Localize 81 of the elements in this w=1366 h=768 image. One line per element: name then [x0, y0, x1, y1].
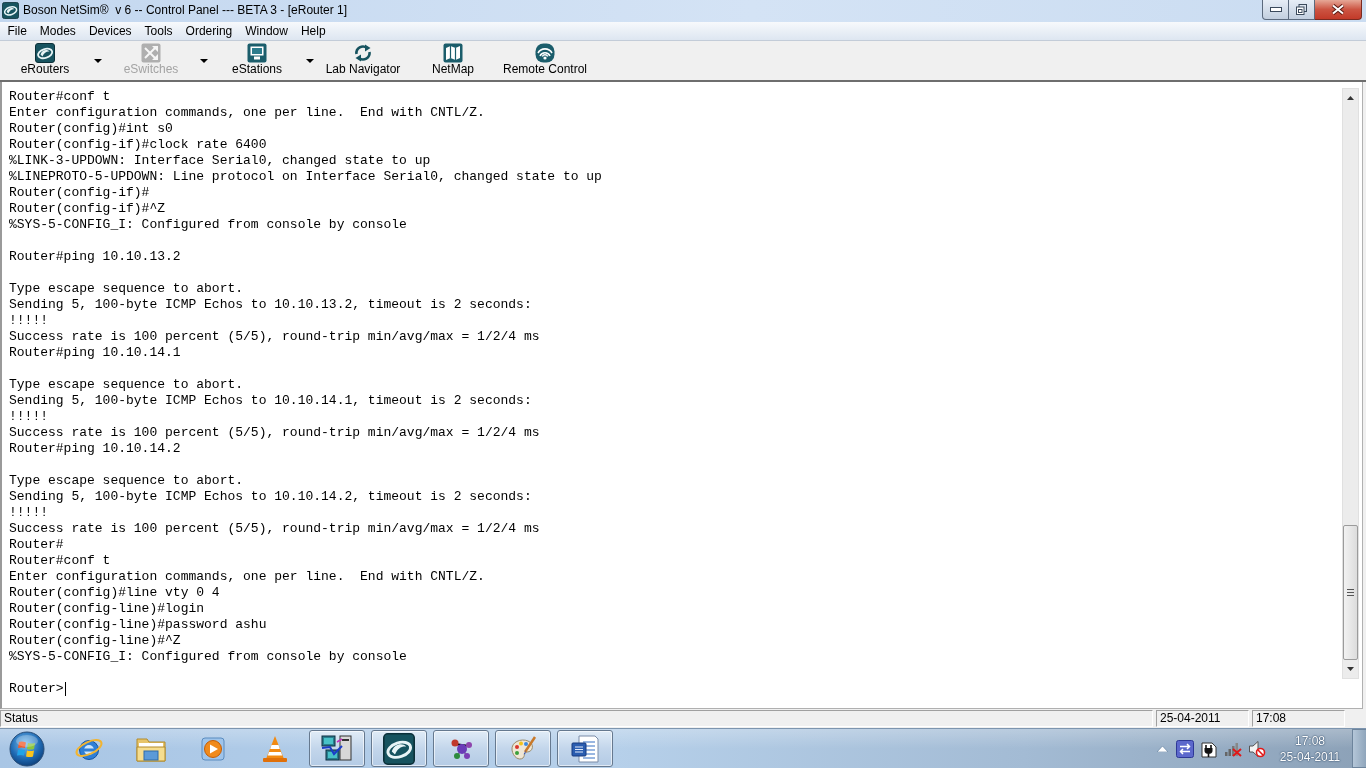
terminal-line: Enter configuration commands, one per line. End with CNTL/Z. [9, 569, 485, 585]
sync-arrows-icon[interactable] [1176, 739, 1194, 758]
close-button[interactable] [1315, 0, 1362, 20]
monitor-icon [247, 43, 267, 63]
terminal-line: Type escape sequence to abort. [9, 473, 244, 489]
terminal-line: Router(config-line)#login [9, 601, 205, 617]
taskbar-button[interactable] [371, 730, 427, 767]
terminal-line: Router#conf t [9, 553, 111, 569]
terminal-line: Enter configuration commands, one per line. End with CNTL/Z. [9, 105, 485, 121]
menu-item[interactable]: File [1, 23, 34, 39]
menu-item[interactable]: Ordering [179, 23, 239, 39]
close-icon [1331, 4, 1345, 15]
status-pane: 17:08 [1252, 710, 1345, 727]
terminal-line: Router#ping 10.10.14.1 [9, 345, 181, 361]
terminal-line: Router#ping 10.10.13.2 [9, 249, 181, 265]
menu-item[interactable]: Tools [138, 23, 180, 39]
window-title: Boson NetSim® v 6 -- Control Panel --- BETA 3 - [eRouter 1] [23, 2, 348, 19]
menu-item[interactable]: Modes [33, 23, 83, 39]
terminal-line: Router> [9, 681, 64, 697]
toolbar-button[interactable]: eStations [212, 41, 302, 80]
terminal-line: Success rate is 100 percent (5/5), round-trip min/avg/max = 1/2/4 ms [9, 425, 540, 441]
terminal-line: Router(config)#line vty 0 4 [9, 585, 220, 601]
loop-arrows-icon [353, 43, 373, 63]
minimize-button[interactable] [1262, 0, 1289, 20]
terminal-line: Router#conf t [9, 89, 111, 105]
network-diagram-icon [320, 733, 354, 764]
terminal-line: Sending 5, 100-byte ICMP Echos to 10.10.13.2, timeout is 2 seconds: [9, 297, 532, 313]
down-arrow-icon[interactable] [1347, 667, 1354, 671]
terminal-line: %LINK-3-UPDOWN: Interface Serial0, changed state to up [9, 153, 431, 169]
folded-map-icon [443, 43, 463, 63]
terminal-line: %LINEPROTO-5-UPDOWN: Line protocol on Interface Serial0, changed state to up [9, 169, 602, 185]
up-arrow-icon[interactable] [1347, 96, 1354, 100]
menu-item[interactable]: Devices [82, 23, 139, 39]
terminal-line: Router(config-line)#password ashu [9, 617, 267, 633]
terminal-line: Router(config-if)# [9, 185, 150, 201]
crossed-arrows-icon [141, 43, 161, 63]
toolbar-button[interactable]: Lab Navigator [318, 41, 408, 80]
menu-item[interactable]: Help [294, 23, 333, 39]
terminal-line: Success rate is 100 percent (5/5), round-trip min/avg/max = 1/2/4 ms [9, 329, 540, 345]
toolbar-button[interactable]: eRouters [0, 41, 90, 80]
terminal-panel[interactable] [0, 82, 1363, 709]
terminal-line: Router# [9, 537, 64, 553]
terminal-line: %SYS-5-CONFIG_I: Configured from console by console [9, 649, 407, 665]
signal-bars-icon[interactable] [1224, 740, 1242, 757]
scrollbar-thumb[interactable] [1343, 525, 1358, 660]
caret-down-icon[interactable] [94, 58, 102, 63]
terminal-line: Router(config-if)#clock rate 6400 [9, 137, 267, 153]
speaker-muted-icon[interactable] [1248, 739, 1266, 758]
document-icon [570, 733, 600, 764]
terminal-line: !!!!! [9, 313, 48, 329]
toolbar-button[interactable]: NetMap [408, 41, 498, 80]
status-pane: 25-04-2011 [1156, 710, 1249, 727]
scrollbar-track[interactable] [1342, 88, 1359, 679]
menu-item[interactable]: Window [238, 23, 295, 39]
start-orb-icon [9, 730, 45, 767]
terminal-line: Router(config-line)#^Z [9, 633, 181, 649]
taskbar-button[interactable] [309, 730, 365, 767]
terminal-line: Type escape sequence to abort. [9, 377, 244, 393]
terminal-line: Success rate is 100 percent (5/5), round-trip min/avg/max = 1/2/4 ms [9, 521, 540, 537]
taskbar-button[interactable] [557, 730, 613, 767]
restore-button[interactable] [1289, 0, 1315, 20]
signal-arcs-icon [535, 43, 555, 63]
terminal-line: Sending 5, 100-byte ICMP Echos to 10.10.14.2, timeout is 2 seconds: [9, 489, 532, 505]
swirl-logo-icon [383, 732, 415, 765]
terminal-line: !!!!! [9, 505, 48, 521]
terminal-line: %SYS-5-CONFIG_I: Configured from console by console [9, 217, 407, 233]
minimize-icon [1269, 7, 1282, 12]
caret-down-icon[interactable] [306, 58, 314, 63]
toolbar-button[interactable]: Remote Control [498, 41, 593, 80]
restore-icon [1296, 4, 1307, 15]
terminal-line: Type escape sequence to abort. [9, 281, 244, 297]
grip-lines-icon [1347, 589, 1354, 596]
terminal-line: Router(config)#int s0 [9, 121, 173, 137]
terminal-line: Router(config-if)#^Z [9, 201, 166, 217]
terminal-line: !!!!! [9, 409, 48, 425]
terminal-line: Router#ping 10.10.14.2 [9, 441, 181, 457]
power-plug-icon[interactable] [1201, 739, 1217, 758]
swirl-logo-icon[interactable] [2, 2, 19, 19]
terminal-line: Sending 5, 100-byte ICMP Echos to 10.10.14.1, timeout is 2 seconds: [9, 393, 532, 409]
taskbar-button[interactable] [433, 730, 489, 767]
status-pane: Status [0, 710, 1153, 727]
